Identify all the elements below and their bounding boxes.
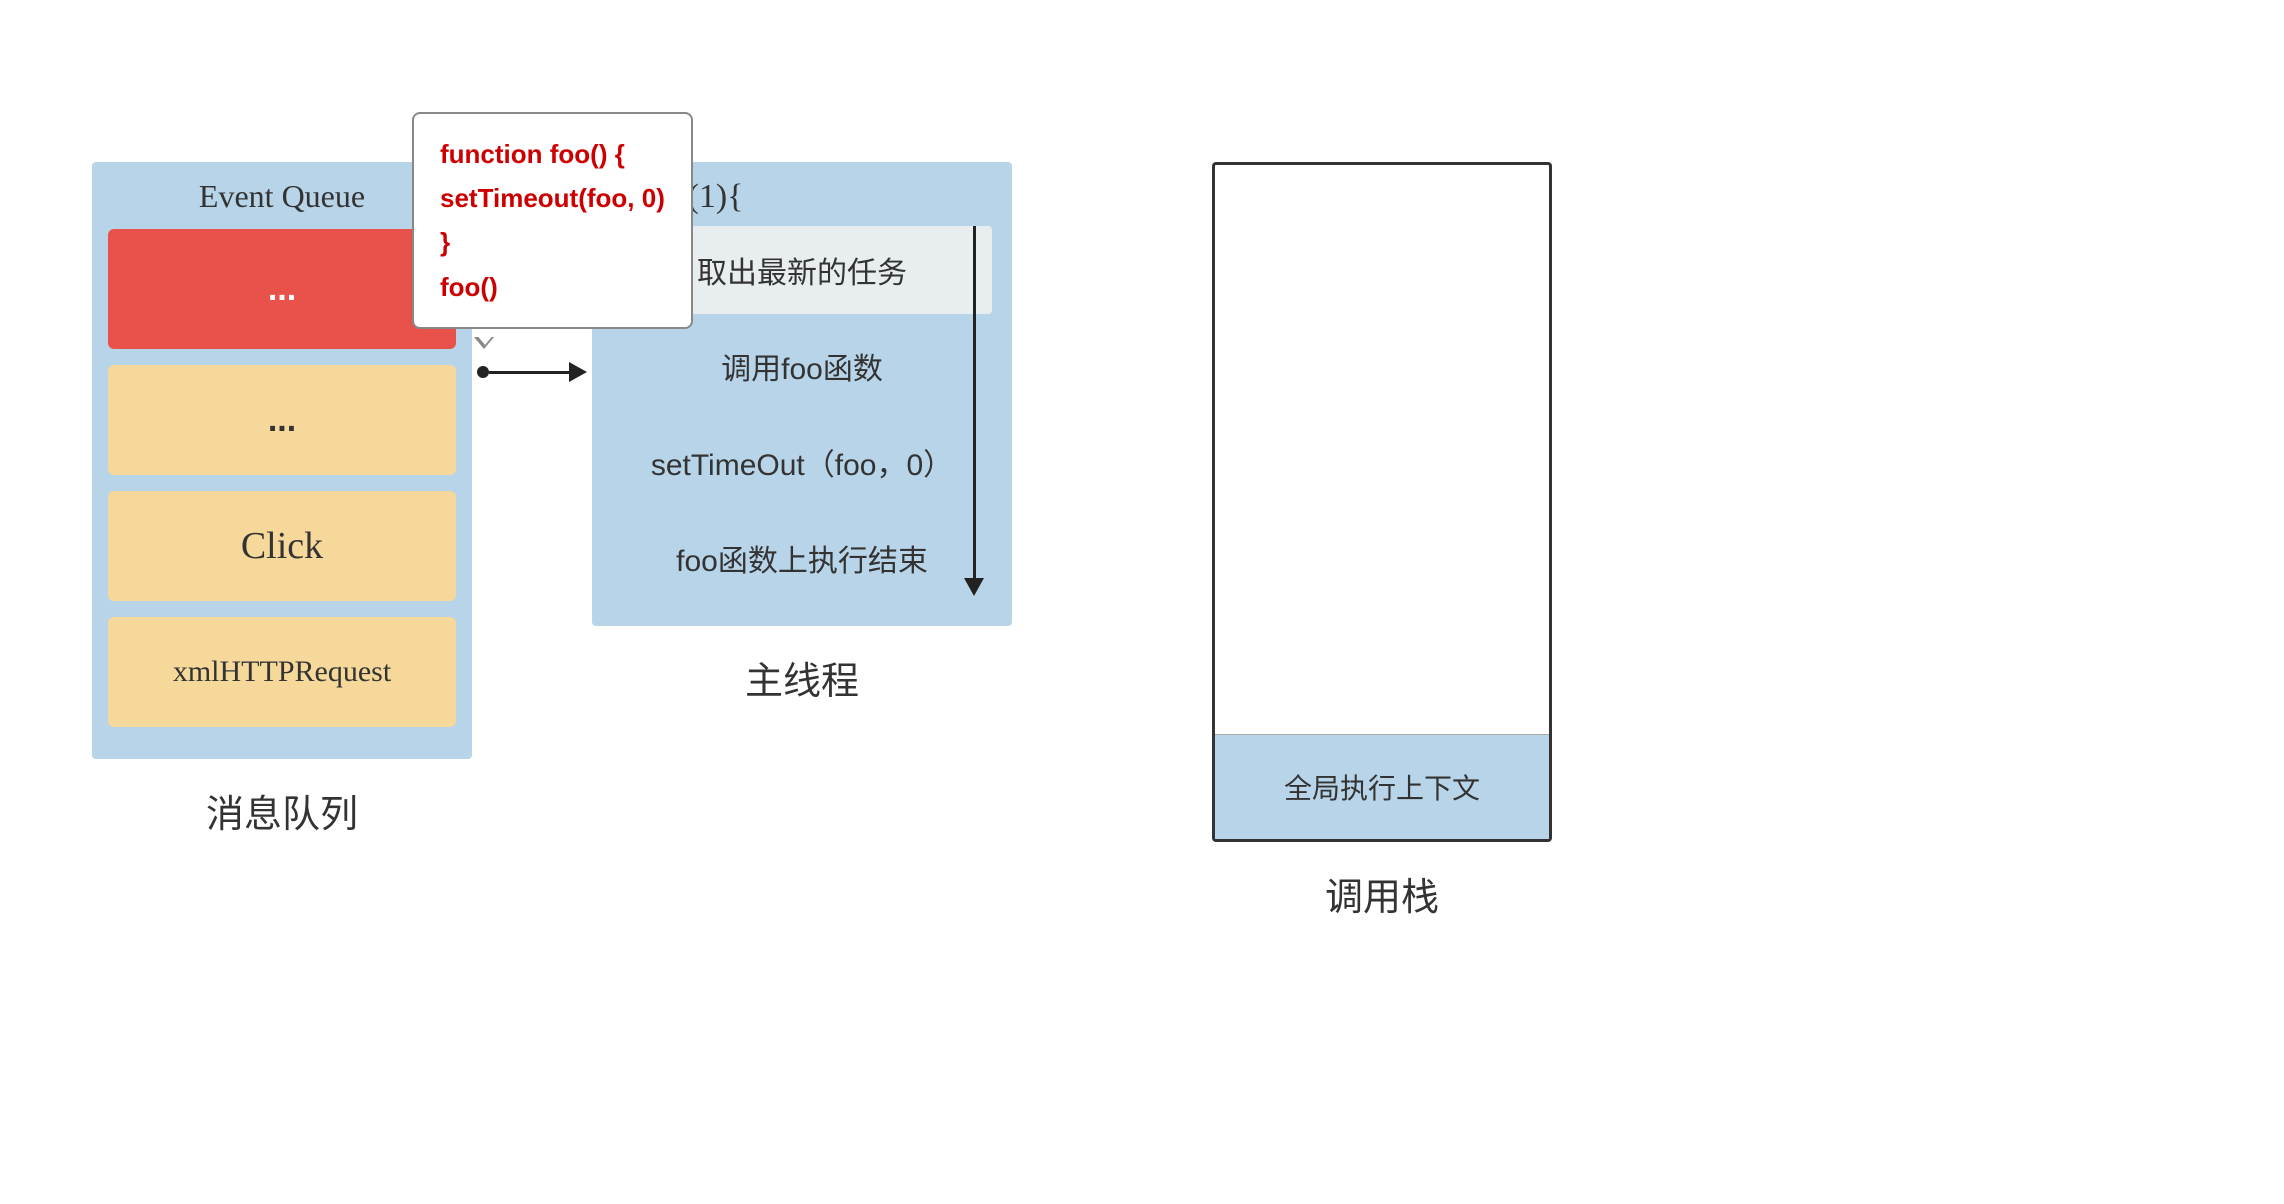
queue-item-red: ... — [108, 229, 456, 349]
event-queue-label: Event Queue — [108, 178, 456, 215]
queue-item-yellow1: ... — [108, 365, 456, 475]
code-text-line4: foo() — [440, 272, 498, 302]
thread-vertical-arrow — [964, 226, 984, 596]
horizontal-arrow — [477, 362, 587, 382]
layout-row: Event Queue ... ... Click xmlHTTPRequest… — [92, 162, 1552, 921]
call-stack-column: 全局执行上下文 调用栈 — [1212, 162, 1552, 921]
code-line4: foo() — [440, 265, 665, 309]
code-text-line3: } — [440, 227, 450, 257]
code-bubble: function foo() { setTimeout(foo, 0) } fo… — [412, 112, 693, 329]
arrow-line — [489, 371, 569, 374]
diagram-inner: function foo() { setTimeout(foo, 0) } fo… — [92, 102, 2192, 1102]
thread-arrow-head — [964, 578, 984, 596]
task-item-2: 调用foo函数 — [612, 322, 992, 410]
queue-item-click: Click — [108, 491, 456, 601]
queue-item-xml: xmlHTTPRequest — [108, 617, 456, 727]
task-item-3: setTimeOut（foo，0） — [612, 418, 992, 506]
code-line2: setTimeout(foo, 0) — [440, 176, 665, 220]
code-line3: } — [440, 220, 665, 264]
arrow-dot — [477, 366, 489, 378]
code-line1: function foo() { — [440, 132, 665, 176]
arrow-head — [569, 362, 587, 382]
task-item-4: foo函数上执行结束 — [612, 514, 992, 602]
call-stack-item: 全局执行上下文 — [1215, 734, 1549, 839]
code-text-line2: setTimeout(foo, 0) — [440, 183, 665, 213]
call-stack-col-label: 调用栈 — [1325, 866, 1439, 921]
event-queue-col-label: 消息队列 — [206, 783, 358, 838]
thread-arrow-line — [973, 226, 976, 578]
main-thread-col-label: 主线程 — [745, 650, 859, 705]
code-text-line1: function foo() { — [440, 139, 625, 169]
call-stack-panel: 全局执行上下文 — [1212, 162, 1552, 842]
diagram-container: function foo() { setTimeout(foo, 0) } fo… — [0, 0, 2284, 1204]
